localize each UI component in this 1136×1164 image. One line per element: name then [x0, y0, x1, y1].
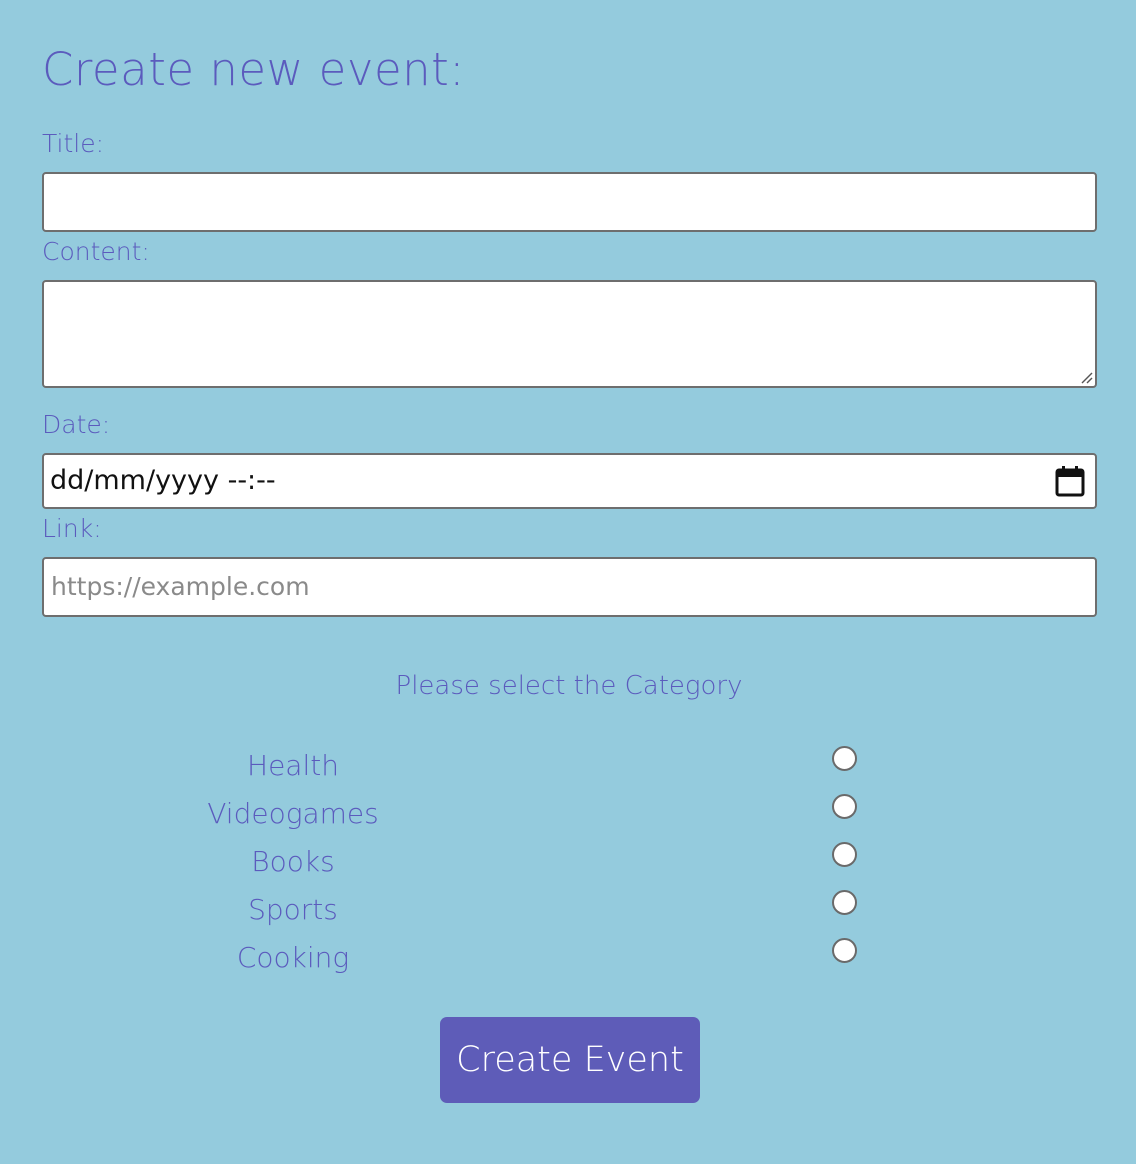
category-radio-cooking[interactable] [832, 938, 857, 963]
category-option-sports: Sports [0, 890, 1136, 938]
content-textarea[interactable] [42, 280, 1097, 388]
category-label: Videogames [207, 797, 379, 830]
category-option-videogames: Videogames [0, 794, 1136, 842]
create-event-button[interactable]: Create Event [440, 1017, 700, 1103]
date-label: Date: [42, 410, 111, 439]
category-option-books: Books [0, 842, 1136, 890]
category-option-cooking: Cooking [0, 938, 1136, 986]
page-title: Create new event: [42, 43, 465, 96]
link-label: Link: [42, 514, 102, 543]
link-input-placeholder: https://example.com [51, 572, 310, 601]
category-label: Cooking [236, 941, 350, 974]
category-label: Books [251, 845, 335, 878]
category-label: Health [247, 749, 339, 782]
category-radio-books[interactable] [832, 842, 857, 867]
calendar-icon[interactable] [1055, 465, 1085, 497]
title-label: Title: [42, 129, 104, 158]
category-radio-health[interactable] [832, 746, 857, 771]
category-heading: Please select the Category [395, 671, 743, 701]
category-radio-videogames[interactable] [832, 794, 857, 819]
resize-handle-icon[interactable] [1079, 370, 1093, 384]
category-radio-sports[interactable] [832, 890, 857, 915]
content-label: Content: [42, 237, 150, 266]
category-label: Sports [248, 893, 338, 926]
date-input-value: dd/mm/yyyy --:-- [50, 465, 276, 496]
category-option-health: Health [0, 746, 1136, 794]
link-input[interactable]: https://example.com [42, 557, 1097, 617]
date-input[interactable]: dd/mm/yyyy --:-- [42, 453, 1097, 509]
title-input[interactable] [42, 172, 1097, 232]
